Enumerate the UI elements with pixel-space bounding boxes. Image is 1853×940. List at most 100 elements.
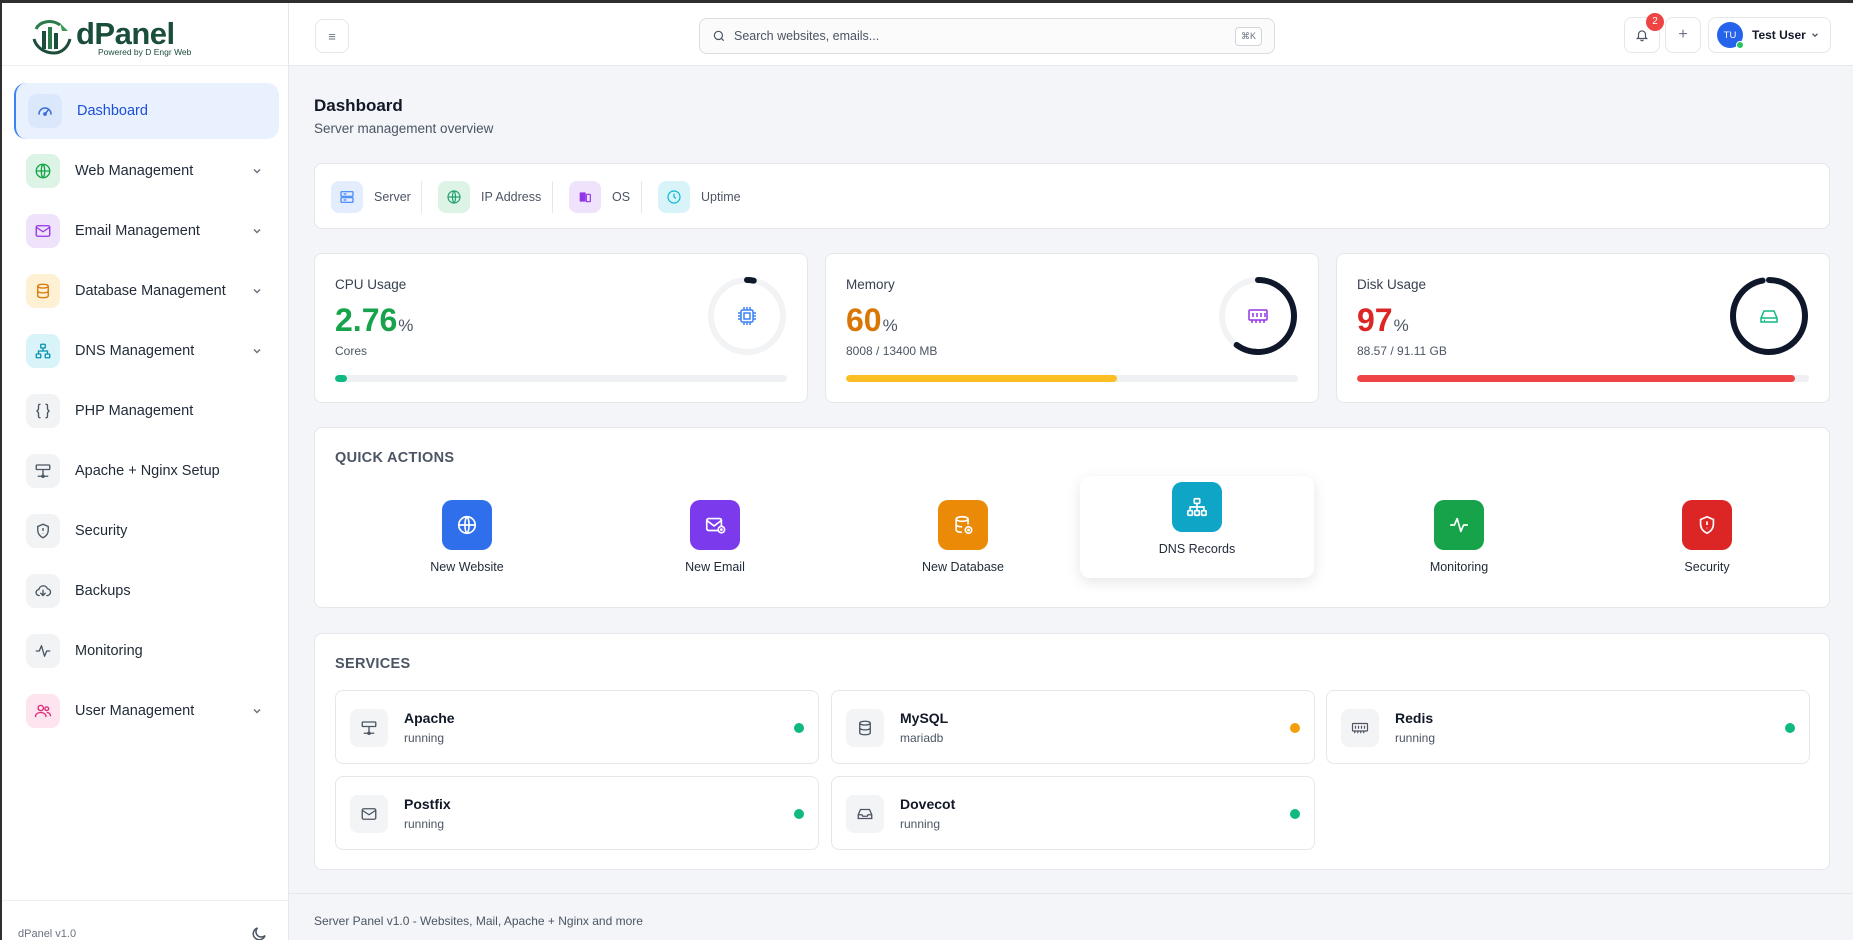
sidebar-item-label: Dashboard <box>77 103 148 119</box>
quick-action-monitoring[interactable]: Monitoring <box>1342 480 1576 580</box>
avatar-initials: TU <box>1723 29 1737 41</box>
shield-icon <box>26 514 60 548</box>
sidebar-item-web-management[interactable]: Web Management <box>14 143 279 199</box>
memory-chip-icon <box>1248 309 1268 323</box>
service-status: mariadb <box>900 731 944 745</box>
service-redis[interactable]: Redis running <box>1326 690 1810 764</box>
chevron-down-icon <box>253 708 261 714</box>
quick-action-label: Security <box>1684 560 1730 574</box>
sidebar-item-label: Backups <box>75 583 131 599</box>
sidebar-item-apache-nginx-setup[interactable]: Apache + Nginx Setup <box>14 443 279 499</box>
database-icon <box>26 274 60 308</box>
quick-action-new-website[interactable]: New Website <box>350 480 584 580</box>
memory-ring-gauge <box>1219 277 1297 355</box>
progress-track <box>1357 375 1809 382</box>
sidebar-item-label: Apache + Nginx Setup <box>75 463 220 479</box>
sidebar-item-dns-management[interactable]: DNS Management <box>14 323 279 379</box>
menu-toggle-button[interactable]: ≡ <box>315 19 349 53</box>
sidebar-item-label: Email Management <box>75 223 200 239</box>
memory-card: Memory 60% 8008 / 13400 MB <box>825 253 1319 403</box>
clock-icon <box>658 181 690 213</box>
info-os: OS <box>569 180 630 214</box>
service-status: running <box>404 731 445 745</box>
sidebar-item-label: DNS Management <box>75 343 195 359</box>
sidebar-item-php-management[interactable]: PHP Management <box>14 383 279 439</box>
sidebar-item-security[interactable]: Security <box>14 503 279 559</box>
disk-ring-arc <box>1730 277 1808 355</box>
memory-progress-fill <box>846 375 1118 382</box>
sidebar-item-monitoring[interactable]: Monitoring <box>14 623 279 679</box>
service-name: Redis <box>1395 710 1434 726</box>
quick-action-security[interactable]: Security <box>1590 480 1824 580</box>
search-box[interactable]: ⌘K <box>699 18 1275 54</box>
stat-title: Disk Usage <box>1357 277 1427 292</box>
stat-subtext: Cores <box>335 344 368 358</box>
page-footer: Server Panel v1.0 - Websites, Mail, Apac… <box>289 893 1853 940</box>
database-plus-icon <box>938 500 988 550</box>
server-info-bar: Server IP Address OS Uptime <box>314 163 1830 229</box>
search-shortcut: ⌘K <box>1234 27 1262 46</box>
quick-actions-card: QUICK ACTIONS New Website New Email New … <box>314 427 1830 608</box>
status-dot <box>1785 723 1795 733</box>
stat-value: 60% <box>846 302 898 339</box>
info-label: Uptime <box>701 190 741 204</box>
sidebar-item-email-management[interactable]: Email Management <box>14 203 279 259</box>
search-input[interactable] <box>734 29 1214 43</box>
chevron-down-icon <box>253 168 261 174</box>
os-icon <box>569 181 601 213</box>
disk-ring-gauge <box>1730 277 1808 355</box>
quick-action-new-database[interactable]: New Database <box>846 480 1080 580</box>
notifications-button[interactable]: 2 <box>1624 13 1664 53</box>
service-status: running <box>900 817 941 831</box>
service-apache[interactable]: Apache running <box>335 690 819 764</box>
service-name: Apache <box>404 710 455 726</box>
services-card: SERVICES Apache running MySQL mariadb Re… <box>314 633 1830 870</box>
info-label: Server <box>374 190 411 204</box>
sidebar-item-user-management[interactable]: User Management <box>14 683 279 739</box>
stat-value: 97% <box>1357 302 1409 339</box>
braces-icon <box>26 394 60 428</box>
network-icon <box>1172 482 1222 532</box>
stat-value-number: 2.76 <box>335 302 398 338</box>
quick-action-label: New Email <box>685 560 745 574</box>
sidebar-item-dashboard[interactable]: Dashboard <box>14 83 279 139</box>
status-dot <box>1290 723 1300 733</box>
status-dot <box>794 723 804 733</box>
user-menu-button[interactable]: TU Test User <box>1708 17 1831 53</box>
cpu-progress-fill <box>335 375 348 382</box>
quick-action-new-email[interactable]: New Email <box>598 480 832 580</box>
database-icon <box>846 709 884 747</box>
quick-action-label: Monitoring <box>1429 560 1489 574</box>
avatar: TU <box>1717 22 1744 49</box>
users-icon <box>26 694 60 728</box>
info-ip-address: IP Address <box>438 180 541 214</box>
info-label: IP Address <box>481 190 542 204</box>
add-button[interactable]: + <box>1665 17 1701 53</box>
mail-plus-icon <box>690 500 740 550</box>
sidebar-footer-divider <box>2 900 289 901</box>
sidebar-item-backups[interactable]: Backups <box>14 563 279 619</box>
moon-icon[interactable] <box>250 925 268 940</box>
memory-icon <box>1341 709 1379 747</box>
app-tagline: Powered by D Engr Web <box>98 46 192 57</box>
page-subtitle: Server management overview <box>314 121 494 136</box>
quick-action-dns-records[interactable]: DNS Records <box>1080 476 1314 578</box>
hard-drive-icon <box>1760 310 1778 323</box>
chevron-down-icon <box>253 348 261 354</box>
sidebar-item-label: Security <box>75 523 128 539</box>
stat-unit: % <box>882 316 898 335</box>
service-dovecot[interactable]: Dovecot running <box>831 776 1315 850</box>
logo-divider <box>2 65 289 66</box>
stat-subtext: 88.57 / 91.11 GB <box>1357 344 1447 358</box>
sidebar-item-database-management[interactable]: Database Management <box>14 263 279 319</box>
divider <box>552 181 553 213</box>
info-server: Server <box>331 180 411 214</box>
online-status-dot <box>1736 41 1744 49</box>
progress-track <box>335 375 787 382</box>
quick-action-label: New Database <box>922 560 1004 574</box>
cloud-download-icon <box>26 574 60 608</box>
service-postfix[interactable]: Postfix running <box>335 776 819 850</box>
logo[interactable]: dPanel Powered by D Engr Web <box>30 15 191 59</box>
mail-icon <box>350 795 388 833</box>
service-mysql[interactable]: MySQL mariadb <box>831 690 1315 764</box>
